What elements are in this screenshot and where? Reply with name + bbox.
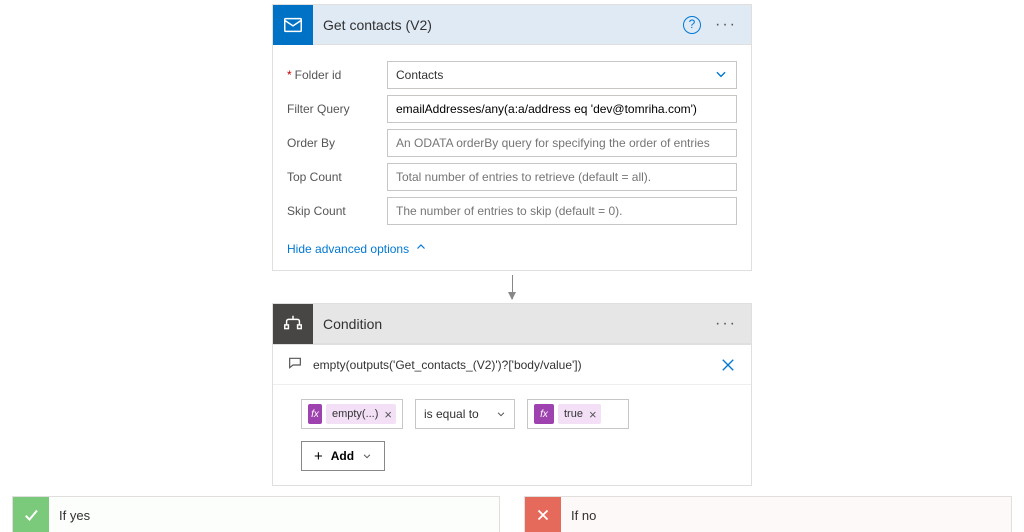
card-menu-icon[interactable]: ··· <box>711 315 741 333</box>
input-order-by[interactable] <box>396 136 710 150</box>
condition-branches: If yes CREATE CONTACT ? ··· If no <box>0 496 1024 532</box>
rule-builder: fx empty(...) × is equal to fx <box>273 385 751 485</box>
card-header[interactable]: Condition ··· <box>273 304 751 344</box>
check-icon <box>13 497 49 532</box>
outlook-icon <box>273 5 313 45</box>
card-title: Get contacts (V2) <box>313 17 683 33</box>
chevron-down-icon[interactable] <box>714 67 728 84</box>
fx-icon: fx <box>534 404 554 424</box>
label-filter-query: Filter Query <box>287 102 387 116</box>
help-icon[interactable]: ? <box>683 16 701 34</box>
rule-operator-select[interactable]: is equal to <box>415 399 515 429</box>
add-rule-button[interactable]: + Add <box>301 441 385 471</box>
chevron-up-icon <box>415 241 427 256</box>
hide-advanced-toggle[interactable]: Hide advanced options <box>287 241 427 256</box>
label-order-by: Order By <box>287 136 387 150</box>
comment-icon <box>287 355 303 374</box>
branch-yes[interactable]: If yes CREATE CONTACT ? ··· <box>12 496 500 532</box>
label-top-count: Top Count <box>287 170 387 184</box>
fx-icon: fx <box>308 404 322 424</box>
branch-title: If no <box>561 508 596 523</box>
condition-card[interactable]: Condition ··· empty(outputs('Get_contact… <box>272 303 752 486</box>
expression-text: empty(outputs('Get_contacts_(V2)')?['bod… <box>313 358 709 372</box>
action-card-get-contacts[interactable]: Get contacts (V2) ? ··· Folder id Contac… <box>272 4 752 271</box>
condition-icon <box>273 304 313 344</box>
label-skip-count: Skip Count <box>287 204 387 218</box>
field-order-by[interactable] <box>387 129 737 157</box>
branch-no[interactable]: If no DO NOTHING ? ··· <box>524 496 1012 532</box>
token-pill[interactable]: empty(...) × <box>326 404 396 424</box>
card-title: Condition <box>313 316 711 332</box>
label-folder-id: Folder id <box>287 68 387 82</box>
rule-left-operand[interactable]: fx empty(...) × <box>301 399 403 429</box>
flow-designer-canvas: Get contacts (V2) ? ··· Folder id Contac… <box>0 0 1024 532</box>
field-top-count[interactable] <box>387 163 737 191</box>
expression-bar: empty(outputs('Get_contacts_(V2)')?['bod… <box>273 345 751 385</box>
field-filter-query[interactable] <box>387 95 737 123</box>
connector-arrow <box>512 271 513 303</box>
remove-token-icon[interactable]: × <box>384 407 392 422</box>
plus-icon: + <box>314 448 323 465</box>
card-body: Folder id Contacts Filter Query <box>273 45 751 270</box>
close-icon[interactable] <box>719 356 737 374</box>
field-skip-count[interactable] <box>387 197 737 225</box>
x-icon <box>525 497 561 532</box>
card-header[interactable]: Get contacts (V2) ? ··· <box>273 5 751 45</box>
input-top-count[interactable] <box>396 170 710 184</box>
input-filter-query[interactable] <box>396 102 710 116</box>
token-pill[interactable]: true × <box>558 404 601 424</box>
card-menu-icon[interactable]: ··· <box>711 16 741 34</box>
field-folder-id[interactable]: Contacts <box>387 61 737 89</box>
branch-title: If yes <box>49 508 90 523</box>
rule-right-operand[interactable]: fx true × <box>527 399 629 429</box>
rule-row: fx empty(...) × is equal to fx <box>301 399 723 429</box>
remove-token-icon[interactable]: × <box>589 407 597 422</box>
input-skip-count[interactable] <box>396 204 710 218</box>
